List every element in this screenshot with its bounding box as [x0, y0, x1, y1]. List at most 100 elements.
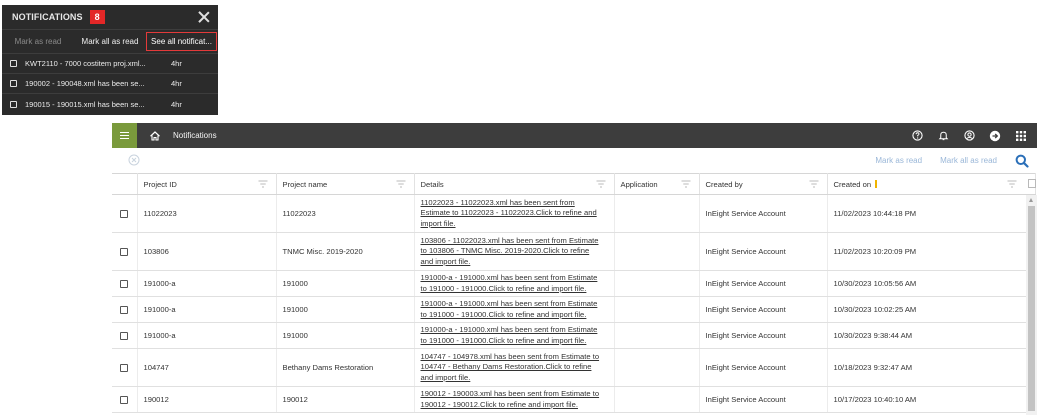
- close-icon[interactable]: [198, 11, 210, 23]
- bell-icon[interactable]: [937, 130, 949, 142]
- column-chooser-icon[interactable]: [1028, 179, 1036, 188]
- notifications-popup: NOTIFICATIONS 8 Mark as read Mark all as…: [2, 5, 218, 115]
- row-select-cell: [112, 296, 138, 323]
- scrollbar-thumb[interactable]: [1028, 206, 1035, 411]
- top-bar: Notifications: [112, 123, 1037, 148]
- details-line: to 191000 - 191000.Click to refine and i…: [420, 283, 587, 293]
- cell-project-name: 191000: [276, 270, 415, 297]
- table-body: 11022023 11022023 11022023 - 11022023.xml …: [112, 194, 1036, 413]
- column-header-created-by[interactable]: Created by: [699, 173, 828, 195]
- popup-mark-as-read-button[interactable]: Mark as read: [2, 30, 74, 53]
- mark-all-as-read-button[interactable]: Mark all as read: [940, 156, 997, 165]
- cell-project-id: 191000-a: [137, 296, 277, 323]
- cell-application: [614, 270, 700, 297]
- notifications-table: Project ID Project name Details Applicat…: [112, 173, 1036, 413]
- table-row[interactable]: 104747 Bethany Dams Restoration 104747 - 1…: [112, 348, 1036, 387]
- details-line: 191000-a - 191000.xml has been sent from…: [420, 272, 598, 282]
- details-line: to 103806 - TNMC Misc. 2019-2020.Click t…: [420, 246, 590, 256]
- details-line: 104747 - Bethany Dams Restoration.Click …: [420, 362, 592, 372]
- row-checkbox[interactable]: [120, 209, 129, 218]
- app-switch-icon[interactable]: [989, 130, 1001, 142]
- grid-apps-icon[interactable]: [1015, 130, 1027, 142]
- cell-details: 103806 - 11022023.xml has been sent from…: [414, 232, 615, 271]
- cell-project-name: TNMC Misc. 2019-2020: [276, 232, 415, 271]
- notification-item[interactable]: 190002 - 190048.xml has been se... 4hr: [2, 74, 218, 94]
- notification-item[interactable]: KWT2110 - 7000 costitem proj.xml... 4hr: [2, 54, 218, 74]
- row-select-cell: [112, 270, 138, 297]
- notification-text: 190002 - 190048.xml has been se...: [25, 79, 145, 88]
- details-line: import file.: [420, 218, 456, 228]
- filter-icon[interactable]: [258, 180, 268, 188]
- row-checkbox[interactable]: [120, 395, 129, 404]
- details-line: 190012 - 190012.Click to refine and impo…: [420, 399, 578, 409]
- scroll-up-arrow-icon[interactable]: [1029, 198, 1033, 202]
- cell-details: 104747 - 104978.xml has been sent from E…: [414, 348, 615, 387]
- home-icon[interactable]: [149, 130, 161, 142]
- cell-project-id: 191000-a: [137, 322, 277, 349]
- filter-icon[interactable]: [809, 180, 819, 188]
- see-all-notifications-button[interactable]: See all notificat...: [146, 32, 217, 51]
- notifications-app: Notifications Mark as read Mark all as r…: [112, 123, 1037, 415]
- account-icon[interactable]: [963, 130, 975, 142]
- cell-created-on: 11/02/2023 10:20:09 PM: [827, 232, 1036, 271]
- cell-project-name: 191000: [276, 296, 415, 323]
- details-link[interactable]: 104747 - 104978.xml has been sent from E…: [421, 352, 608, 384]
- cell-project-id: 103806: [137, 232, 277, 271]
- column-header-label: Project ID: [143, 179, 177, 189]
- cell-created-on: 10/18/2023 9:32:47 AM: [827, 348, 1036, 387]
- vertical-scrollbar[interactable]: [1026, 195, 1037, 415]
- table-row[interactable]: 191000-a 191000 191000-a - 191000.xml has …: [112, 270, 1036, 297]
- cell-created-by: InEight Service Account: [699, 296, 828, 323]
- cell-project-name: 11022023: [276, 194, 415, 233]
- column-header-project-name[interactable]: Project name: [276, 173, 415, 195]
- row-checkbox[interactable]: [120, 279, 129, 288]
- help-icon[interactable]: [911, 130, 923, 142]
- column-header-created-on[interactable]: Created on: [827, 173, 1036, 195]
- details-link[interactable]: 191000-a - 191000.xml has been sent from…: [421, 273, 608, 294]
- row-checkbox[interactable]: [120, 363, 129, 372]
- table-row[interactable]: 191000-a 191000 191000-a - 191000.xml has …: [112, 322, 1036, 349]
- column-header-label: Details: [420, 179, 444, 189]
- cell-project-id: 191000-a: [137, 270, 277, 297]
- cell-created-on: 10/30/2023 10:02:25 AM: [827, 296, 1036, 323]
- notification-checkbox[interactable]: [10, 100, 17, 108]
- filter-icon[interactable]: [596, 180, 606, 188]
- details-link[interactable]: 103806 - 11022023.xml has been sent from…: [421, 236, 608, 268]
- column-header-details[interactable]: Details: [414, 173, 615, 195]
- details-line: 11022023 - 11022023.xml has been sent fr…: [420, 197, 575, 207]
- row-checkbox[interactable]: [120, 331, 129, 340]
- details-link[interactable]: 191000-a - 191000.xml has been sent from…: [421, 299, 608, 320]
- hamburger-menu-icon[interactable]: [112, 123, 137, 148]
- popup-mark-all-as-read-button[interactable]: Mark all as read: [74, 30, 146, 53]
- details-line: 191000-a - 191000.xml has been sent from…: [420, 298, 598, 308]
- notification-checkbox[interactable]: [10, 80, 17, 87]
- dismiss-circle-icon[interactable]: [128, 154, 140, 166]
- filter-icon[interactable]: [1007, 180, 1017, 188]
- notification-checkbox[interactable]: [10, 60, 17, 67]
- details-link[interactable]: 11022023 - 11022023.xml has been sent fr…: [421, 198, 608, 230]
- cell-created-by: InEight Service Account: [699, 386, 828, 413]
- table-row[interactable]: 103806 TNMC Misc. 2019-2020 103806 - 11022…: [112, 232, 1036, 271]
- cell-project-name: Bethany Dams Restoration: [276, 348, 415, 387]
- sort-indicator-icon: [875, 179, 878, 188]
- notification-time: 4hr: [171, 99, 182, 109]
- search-icon[interactable]: [1015, 154, 1029, 168]
- notification-item[interactable]: 190015 - 190015.xml has been se... 4hr: [2, 94, 218, 114]
- row-checkbox[interactable]: [120, 247, 129, 256]
- filter-icon[interactable]: [681, 180, 691, 188]
- column-header-label: Project name: [282, 179, 328, 189]
- details-link[interactable]: 190012 - 190003.xml has been sent from E…: [421, 389, 608, 410]
- cell-project-id: 11022023: [137, 194, 277, 233]
- table-row[interactable]: 11022023 11022023 11022023 - 11022023.xml …: [112, 194, 1036, 233]
- details-link[interactable]: 191000-a - 191000.xml has been sent from…: [421, 325, 608, 346]
- column-header-application[interactable]: Application: [614, 173, 700, 195]
- cell-application: [614, 322, 700, 349]
- row-select-cell: [112, 348, 138, 387]
- mark-as-read-button[interactable]: Mark as read: [875, 156, 922, 165]
- row-checkbox[interactable]: [120, 305, 129, 314]
- table-row[interactable]: 191000-a 191000 191000-a - 191000.xml has …: [112, 296, 1036, 323]
- table-row[interactable]: 190012 190012 190012 - 190003.xml has been…: [112, 386, 1036, 413]
- filter-icon[interactable]: [396, 180, 406, 188]
- column-header-project-id[interactable]: Project ID: [137, 173, 277, 195]
- cell-project-id: 190012: [137, 386, 277, 413]
